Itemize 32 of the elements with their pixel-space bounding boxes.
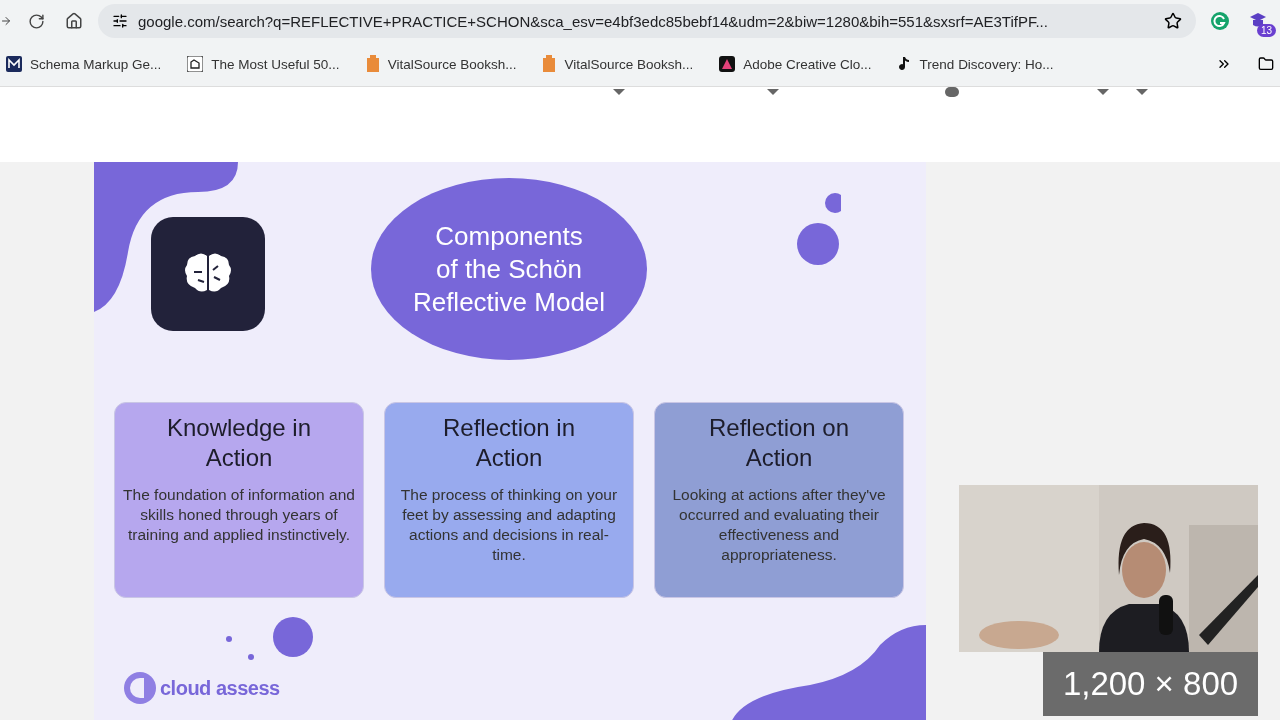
music-note-icon	[897, 56, 912, 72]
caret-icon	[767, 89, 779, 95]
card-text: The foundation of information and skills honed through years of training and applied instinctively.	[123, 485, 355, 545]
caret-icon	[1097, 89, 1109, 95]
star-icon[interactable]	[1164, 12, 1182, 30]
tag-icon	[542, 55, 557, 73]
bookmark-link[interactable]: The Most Useful 50...	[187, 56, 340, 72]
infographic-title: Components of the Schön Reflective Model	[412, 219, 606, 319]
tag-icon	[365, 55, 380, 73]
logo-text: cloud assess	[160, 676, 280, 700]
address-bar[interactable]: google.com/search?q=REFLECTIVE+PRACTICE+SCHON&sca_esv=e4bf3edc85bebf14&udm=2&biw=1280&bih=551&sxsrf=AE3TifPF...	[98, 4, 1196, 38]
folder-icon[interactable]	[1258, 56, 1274, 72]
logo-icon	[124, 672, 156, 704]
bookmark-link[interactable]: Schema Markup Ge...	[6, 56, 162, 72]
bookmark-link[interactable]: VitalSource Booksh...	[365, 55, 517, 73]
card-title: Reflection in Action	[442, 413, 576, 473]
triangle-logo-icon	[719, 56, 736, 72]
bookmark-link[interactable]: Adobe Creative Clo...	[719, 56, 872, 72]
url-text: google.com/search?q=REFLECTIVE+PRACTICE+SCHON&sca_esv=e4bf3edc85bebf14&udm=2&biw=1280&bih=551&sxsrf=AE3TifPF...	[138, 12, 1049, 30]
bookmark-link[interactable]: Trend Discovery: Ho...	[897, 56, 1054, 72]
site-settings-icon[interactable]	[112, 13, 128, 29]
slider-handle-icon	[945, 87, 959, 97]
bookmark-link[interactable]: VitalSource Booksh...	[542, 55, 694, 73]
caret-icon	[1136, 89, 1148, 95]
notification-badge: 13	[1256, 24, 1276, 37]
card-title: Reflection on Action	[708, 413, 850, 473]
card-text: The process of thinking on your feet by assessing and adapting actions and decisions in real-time.	[399, 485, 619, 565]
letter-m-icon	[6, 56, 22, 72]
caret-icon	[613, 89, 625, 95]
card-title: Knowledge in Action	[166, 413, 312, 473]
card-text: Looking at actions after they've occurred and evaluating their effectiveness and appropriateness.	[671, 485, 887, 565]
image-dimensions: 1,200 × 800	[1043, 652, 1258, 716]
